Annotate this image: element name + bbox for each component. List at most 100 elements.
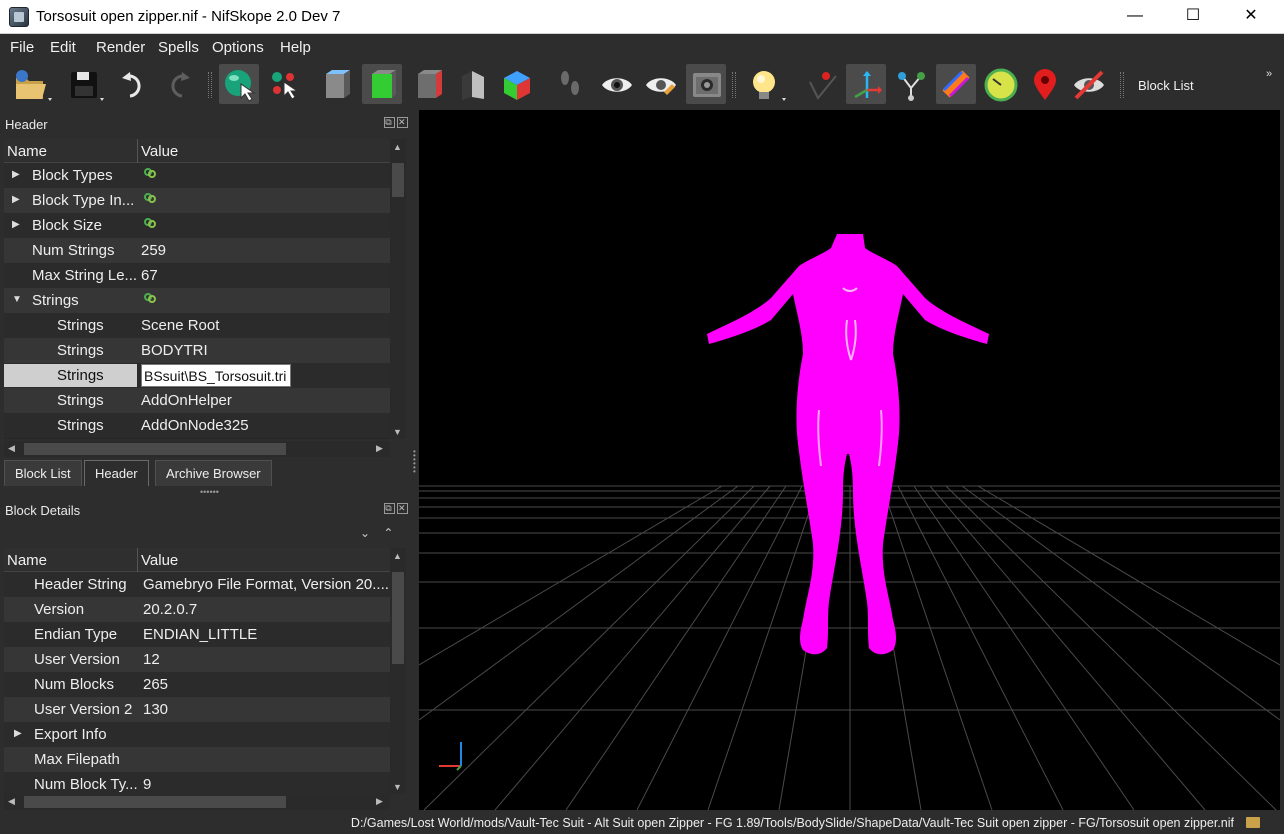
tree-row-selected[interactable]: Strings BSsuit\BS_Torsosuit.tri [4,363,390,388]
column-value[interactable]: Value [141,143,178,160]
axes-icon[interactable] [846,64,886,104]
render-viewport[interactable] [419,110,1280,810]
close-button[interactable]: ✕ [1222,0,1280,33]
tree-row[interactable]: Header String Gamebryo File Format, Vers… [4,572,390,597]
string-edit-field[interactable]: BSsuit\BS_Torsosuit.tri [141,364,291,387]
vertical-splitter-handle[interactable]: • • • • • • [413,448,417,476]
maximize-button[interactable]: ☐ [1164,0,1222,33]
expand-all-icon[interactable]: ⌄ [360,526,370,540]
block-list-toolbar-label[interactable]: Block List [1138,78,1194,93]
scroll-left-icon[interactable]: ◀ [8,443,15,454]
select-object-icon[interactable] [219,64,259,104]
window-title: Torsosuit open zipper.nif - NifSkope 2.0… [36,8,341,25]
menu-file[interactable]: File [10,39,34,56]
scroll-thumb[interactable] [24,443,286,455]
details-vertical-scrollbar[interactable]: ▲ ▼ [390,548,406,794]
tree-row[interactable]: Num Strings 259 [4,238,390,263]
scroll-up-icon[interactable]: ▲ [393,551,402,561]
tree-row[interactable]: Strings AddOnHelper [4,388,390,413]
tab-header[interactable]: Header [84,460,149,486]
tree-row[interactable]: Num Block Ty... 9 [4,772,390,794]
scroll-up-icon[interactable]: ▲ [393,142,402,152]
menu-edit[interactable]: Edit [50,39,76,56]
view-side-icon[interactable] [362,64,402,104]
hide-icon[interactable] [1068,64,1108,104]
minimize-button[interactable]: — [1106,0,1164,33]
tree-row[interactable]: ▶ Block Types [4,163,390,188]
header-vertical-scrollbar[interactable]: ▲ ▼ [390,139,406,439]
tree-row[interactable]: ▶ Export Info [4,722,390,747]
scroll-right-icon[interactable]: ▶ [376,443,383,454]
tab-block-list[interactable]: Block List [4,460,82,486]
column-value[interactable]: Value [141,552,178,569]
float-dock-icon[interactable]: ⧉ [384,117,395,128]
eye-edit-icon[interactable] [640,64,680,104]
tree-row[interactable]: Version 20.2.0.7 [4,597,390,622]
radar-icon[interactable] [980,64,1020,104]
expand-arrow-icon[interactable]: ▶ [14,728,22,739]
tree-row[interactable]: ▶ Block Type In... [4,188,390,213]
walk-icon[interactable] [550,64,590,104]
scroll-thumb[interactable] [392,163,404,197]
scroll-right-icon[interactable]: ▶ [376,796,383,807]
column-name[interactable]: Name [7,143,47,160]
expand-arrow-icon[interactable]: ▶ [12,194,20,205]
expand-arrow-icon[interactable]: ▶ [12,219,20,230]
link-icon [144,168,156,178]
view-perspective-icon[interactable] [452,64,492,104]
tree-row[interactable]: Endian Type ENDIAN_LITTLE [4,622,390,647]
select-vertex-icon[interactable] [264,64,304,104]
link-icon [144,293,156,303]
scroll-down-icon[interactable]: ▼ [393,427,402,437]
details-horizontal-scrollbar[interactable]: ◀ ▶ [4,794,390,810]
toolbar-separator [208,72,212,98]
close-dock-icon[interactable]: ✕ [397,503,408,514]
tree-row[interactable]: ▶ Block Size [4,213,390,238]
pin-icon[interactable] [802,64,842,104]
light-icon[interactable] [744,64,786,104]
tree-row[interactable]: User Version 12 [4,647,390,672]
float-dock-icon[interactable]: ⧉ [384,503,395,514]
collapse-all-icon[interactable]: ⌃ [383,526,393,540]
folder-icon[interactable] [1246,817,1260,828]
view-top-icon[interactable] [408,64,448,104]
scroll-down-icon[interactable]: ▼ [393,782,402,792]
tree-row[interactable]: Num Blocks 265 [4,672,390,697]
collapse-arrow-icon[interactable]: ▼ [12,294,22,305]
tree-row[interactable]: Max Filepath [4,747,390,772]
scroll-thumb[interactable] [392,572,404,664]
tree-row[interactable]: User Version 2 130 [4,697,390,722]
tree-row[interactable]: Strings Scene Root [4,313,390,338]
tab-archive-browser[interactable]: Archive Browser [155,460,272,486]
open-icon[interactable] [8,64,52,104]
constraints-icon[interactable] [936,64,976,104]
axis-gizmo [439,742,462,771]
splitter-handle[interactable]: •••••• [200,487,219,497]
tree-row[interactable]: Max String Le... 67 [4,263,390,288]
header-horizontal-scrollbar[interactable]: ◀ ▶ [4,441,390,457]
undo-icon[interactable] [114,64,154,104]
tree-row[interactable]: ▼ Strings [4,288,390,313]
menu-options[interactable]: Options [212,39,264,56]
column-name[interactable]: Name [7,552,47,569]
scroll-left-icon[interactable]: ◀ [8,796,15,807]
toolbar-overflow-button[interactable]: » [1266,68,1272,80]
tree-row[interactable]: Strings AddOnNode325 [4,413,390,438]
tree-row[interactable]: Strings BODYTRI [4,338,390,363]
save-icon[interactable] [64,64,104,104]
view-color-icon[interactable] [496,64,536,104]
marker-icon[interactable] [1024,64,1064,104]
dock-tab-bar: Block List Header Archive Browser [0,458,414,486]
close-dock-icon[interactable]: ✕ [397,117,408,128]
view-front-icon[interactable] [316,64,356,104]
eye-icon[interactable] [596,64,636,104]
menu-spells[interactable]: Spells [158,39,199,56]
scroll-thumb[interactable] [24,796,286,808]
menu-help[interactable]: Help [280,39,311,56]
status-bar: D:/Games/Lost World/mods/Vault-Tec Suit … [0,812,1284,834]
screenshot-icon[interactable] [686,64,726,104]
nodes-icon[interactable] [890,64,930,104]
expand-arrow-icon[interactable]: ▶ [12,169,20,180]
redo-icon[interactable] [158,64,198,104]
menu-render[interactable]: Render [96,39,145,56]
